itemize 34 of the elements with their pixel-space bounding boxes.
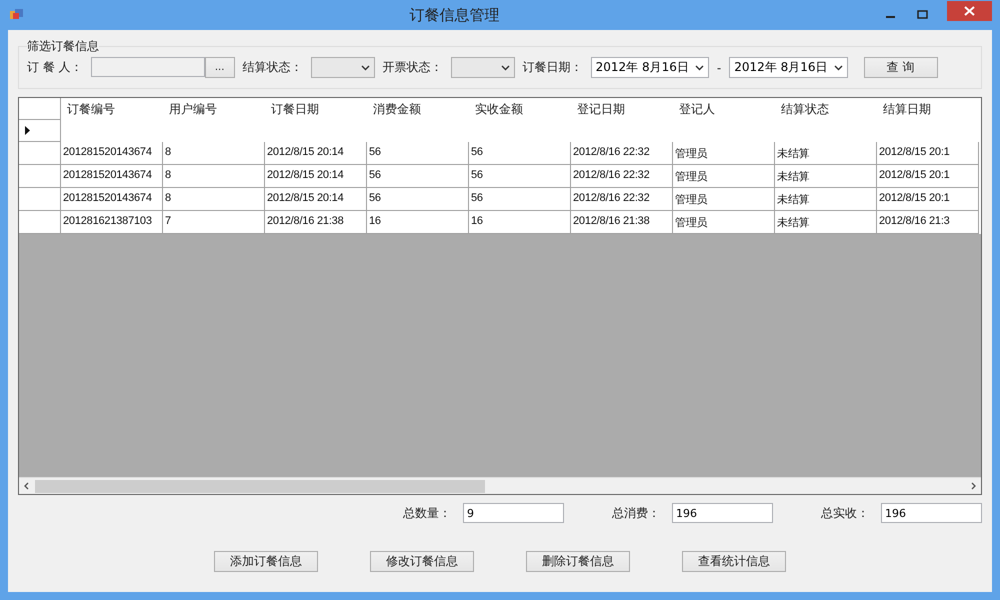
person-field[interactable] [90, 57, 205, 77]
action-button[interactable]: 删除订餐信息 [526, 551, 630, 572]
total-label: 总实收： [821, 504, 869, 522]
date-to-picker[interactable]: 2012年 8月16日 [729, 57, 848, 78]
query-button[interactable]: 查 询 [864, 57, 938, 78]
maximize-icon[interactable] [917, 10, 929, 20]
chevron-down-icon [834, 64, 843, 70]
total-label: 总数量： [403, 504, 451, 522]
invoice-label: 开票状态： [382, 59, 443, 76]
date-separator: - [716, 60, 722, 74]
chevron-down-icon [500, 64, 510, 70]
horizontal-scrollbar[interactable] [19, 477, 981, 494]
scroll-thumb[interactable] [35, 480, 485, 492]
total-label: 总消费： [612, 504, 660, 522]
close-icon[interactable] [947, 1, 992, 21]
total-field[interactable]: 196 [881, 503, 982, 523]
browse-button[interactable]: ... [204, 57, 235, 78]
date-label: 订餐日期： [522, 59, 583, 76]
settle-dropdown[interactable] [310, 57, 375, 78]
action-button[interactable]: 添加订餐信息 [214, 551, 318, 572]
chevron-down-icon [694, 64, 704, 70]
action-button[interactable]: 修改订餐信息 [370, 551, 474, 572]
window-title: 订餐信息管理 [408, 6, 500, 24]
settle-label: 结算状态： [242, 59, 303, 76]
total-field[interactable]: 9 [463, 503, 564, 523]
total-field[interactable]: 196 [672, 503, 773, 523]
app-icon [10, 9, 24, 21]
action-button[interactable]: 查看统计信息 [682, 551, 786, 572]
row-header[interactable] [19, 120, 61, 142]
date-from-picker[interactable]: 2012年 8月16日 [590, 57, 709, 78]
person-label: 订 餐 人： [27, 59, 83, 76]
invoice-dropdown[interactable] [450, 57, 515, 78]
chevron-down-icon [360, 64, 370, 70]
group-title: 筛选订餐信息 [27, 38, 99, 55]
